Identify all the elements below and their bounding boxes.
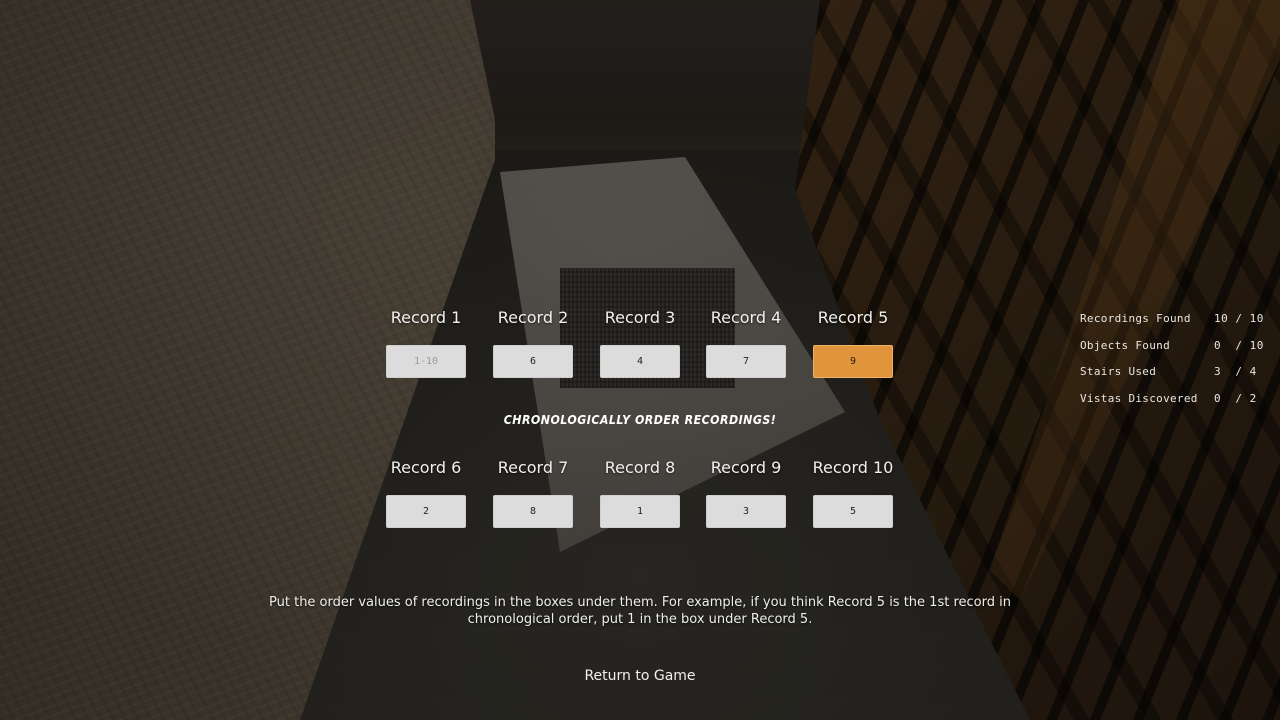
- stat-value: 3 / 4: [1214, 365, 1257, 378]
- stat-label: Objects Found: [1080, 338, 1170, 352]
- record-order-input[interactable]: [813, 495, 893, 528]
- record-order-input[interactable]: [386, 495, 466, 528]
- record-order-input[interactable]: [386, 345, 466, 378]
- record-order-input[interactable]: [813, 345, 893, 378]
- record-slot-1: Record 1: [386, 308, 466, 378]
- record-label: Record 4: [710, 308, 782, 327]
- record-order-input[interactable]: [493, 495, 573, 528]
- record-slot-9: Record 9: [706, 458, 786, 528]
- stat-label: Recordings Found: [1080, 312, 1191, 325]
- record-slot-10: Record 10: [813, 458, 893, 528]
- record-slot-6: Record 6: [386, 458, 466, 528]
- record-order-menu: Record 1 Record 2 Record 3 Record 4 Reco…: [0, 0, 1280, 720]
- record-slot-7: Record 7: [493, 458, 573, 528]
- record-label: Record 2: [497, 308, 569, 327]
- record-order-input[interactable]: [600, 345, 680, 378]
- stat-label: Stairs Used: [1080, 365, 1157, 378]
- record-order-input[interactable]: [706, 495, 786, 528]
- record-label: Record 5: [817, 308, 889, 327]
- stat-value: 0 / 10: [1214, 338, 1264, 352]
- record-slot-5: Record 5: [813, 308, 893, 378]
- record-slot-2: Record 2: [493, 308, 573, 378]
- record-label: Record 8: [604, 458, 676, 477]
- record-label: Record 6: [390, 458, 462, 477]
- stat-value: 10 / 10: [1214, 312, 1264, 325]
- stat-row-stairs: Stairs Used 3 / 4: [1080, 365, 1270, 392]
- record-slot-3: Record 3: [600, 308, 680, 378]
- progress-stats-panel: Recordings Found 10 / 10 Objects Found 0…: [1080, 312, 1270, 418]
- puzzle-heading: Chronologically Order Recordings!: [503, 413, 777, 427]
- stat-row-objects: Objects Found 0 / 10: [1080, 339, 1270, 366]
- return-to-game-button[interactable]: Return to Game: [560, 668, 720, 684]
- stat-row-vistas: Vistas Discovered 0 / 2: [1080, 392, 1270, 419]
- record-slot-8: Record 8: [600, 458, 680, 528]
- record-label: Record 3: [604, 308, 676, 327]
- stat-label: Vistas Discovered: [1080, 391, 1198, 405]
- record-label: Record 7: [497, 458, 569, 477]
- record-order-input[interactable]: [493, 345, 573, 378]
- record-label: Record 10: [812, 458, 894, 477]
- record-label: Record 1: [390, 308, 462, 327]
- record-order-input[interactable]: [600, 495, 680, 528]
- record-label: Record 9: [710, 458, 782, 477]
- instructions-text: Put the order values of recordings in th…: [269, 595, 1011, 627]
- record-slot-4: Record 4: [706, 308, 786, 378]
- record-order-input[interactable]: [706, 345, 786, 378]
- stat-value: 0 / 2: [1214, 391, 1257, 405]
- stat-row-recordings: Recordings Found 10 / 10: [1080, 312, 1270, 339]
